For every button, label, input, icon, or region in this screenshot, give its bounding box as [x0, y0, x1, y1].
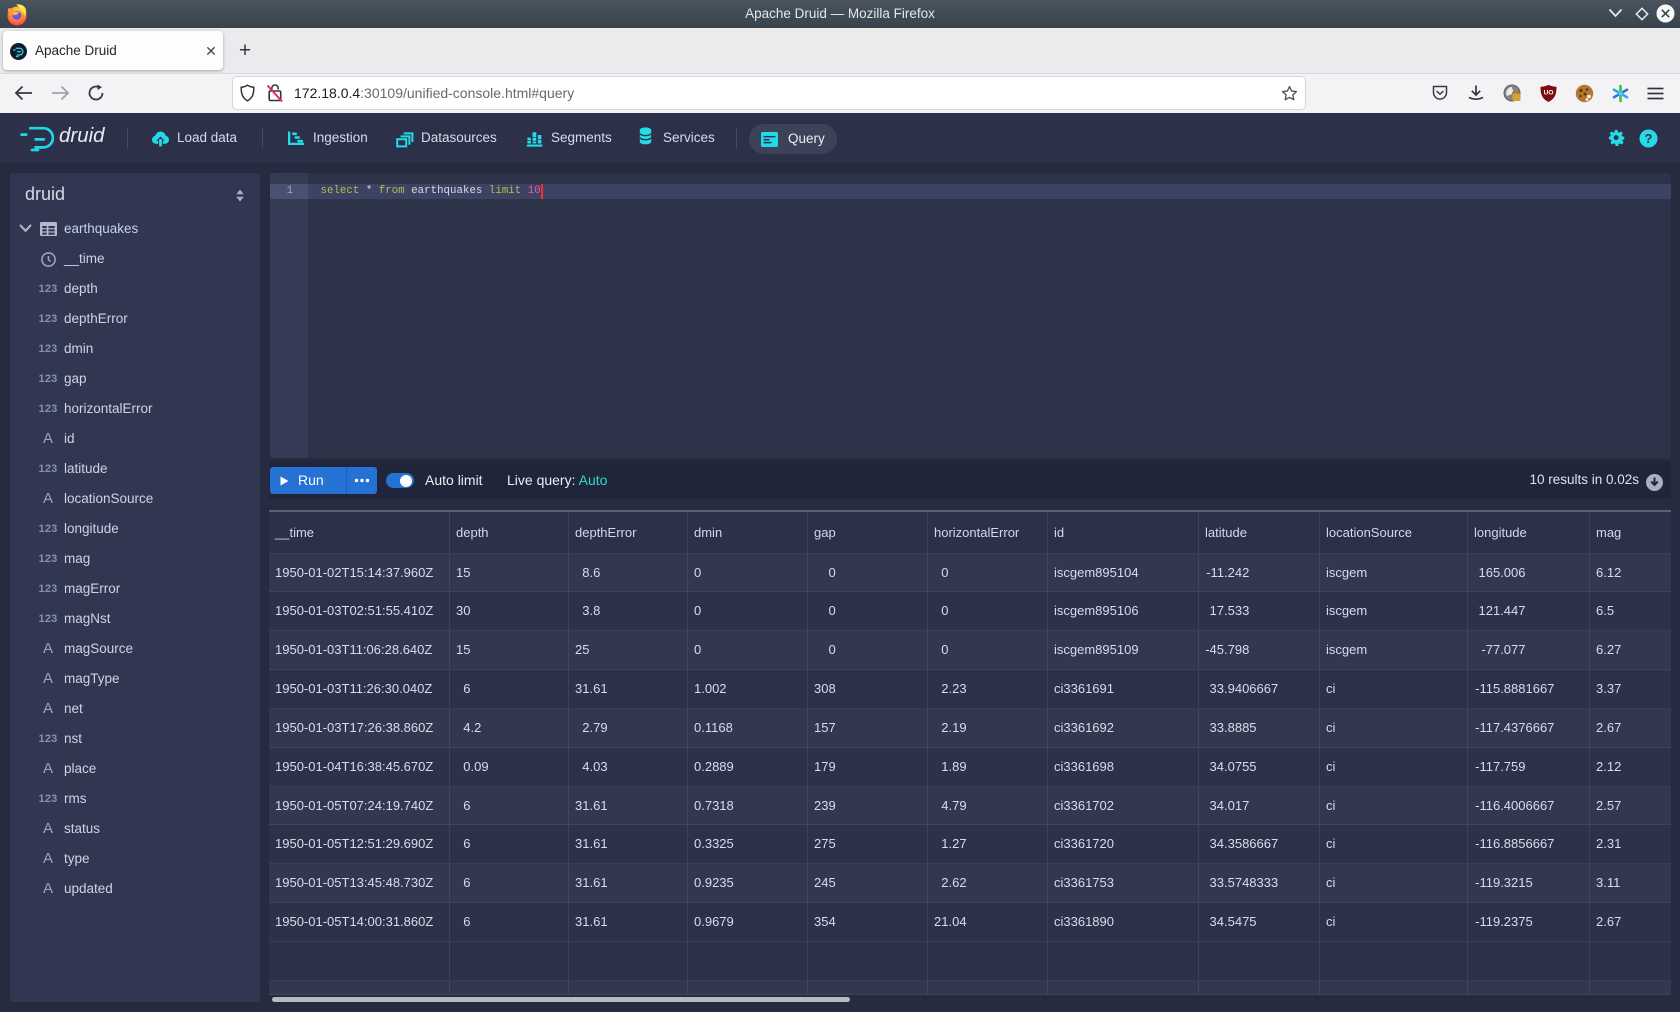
svg-text:?: ?: [1645, 131, 1653, 146]
svg-text:UO: UO: [1544, 90, 1554, 97]
